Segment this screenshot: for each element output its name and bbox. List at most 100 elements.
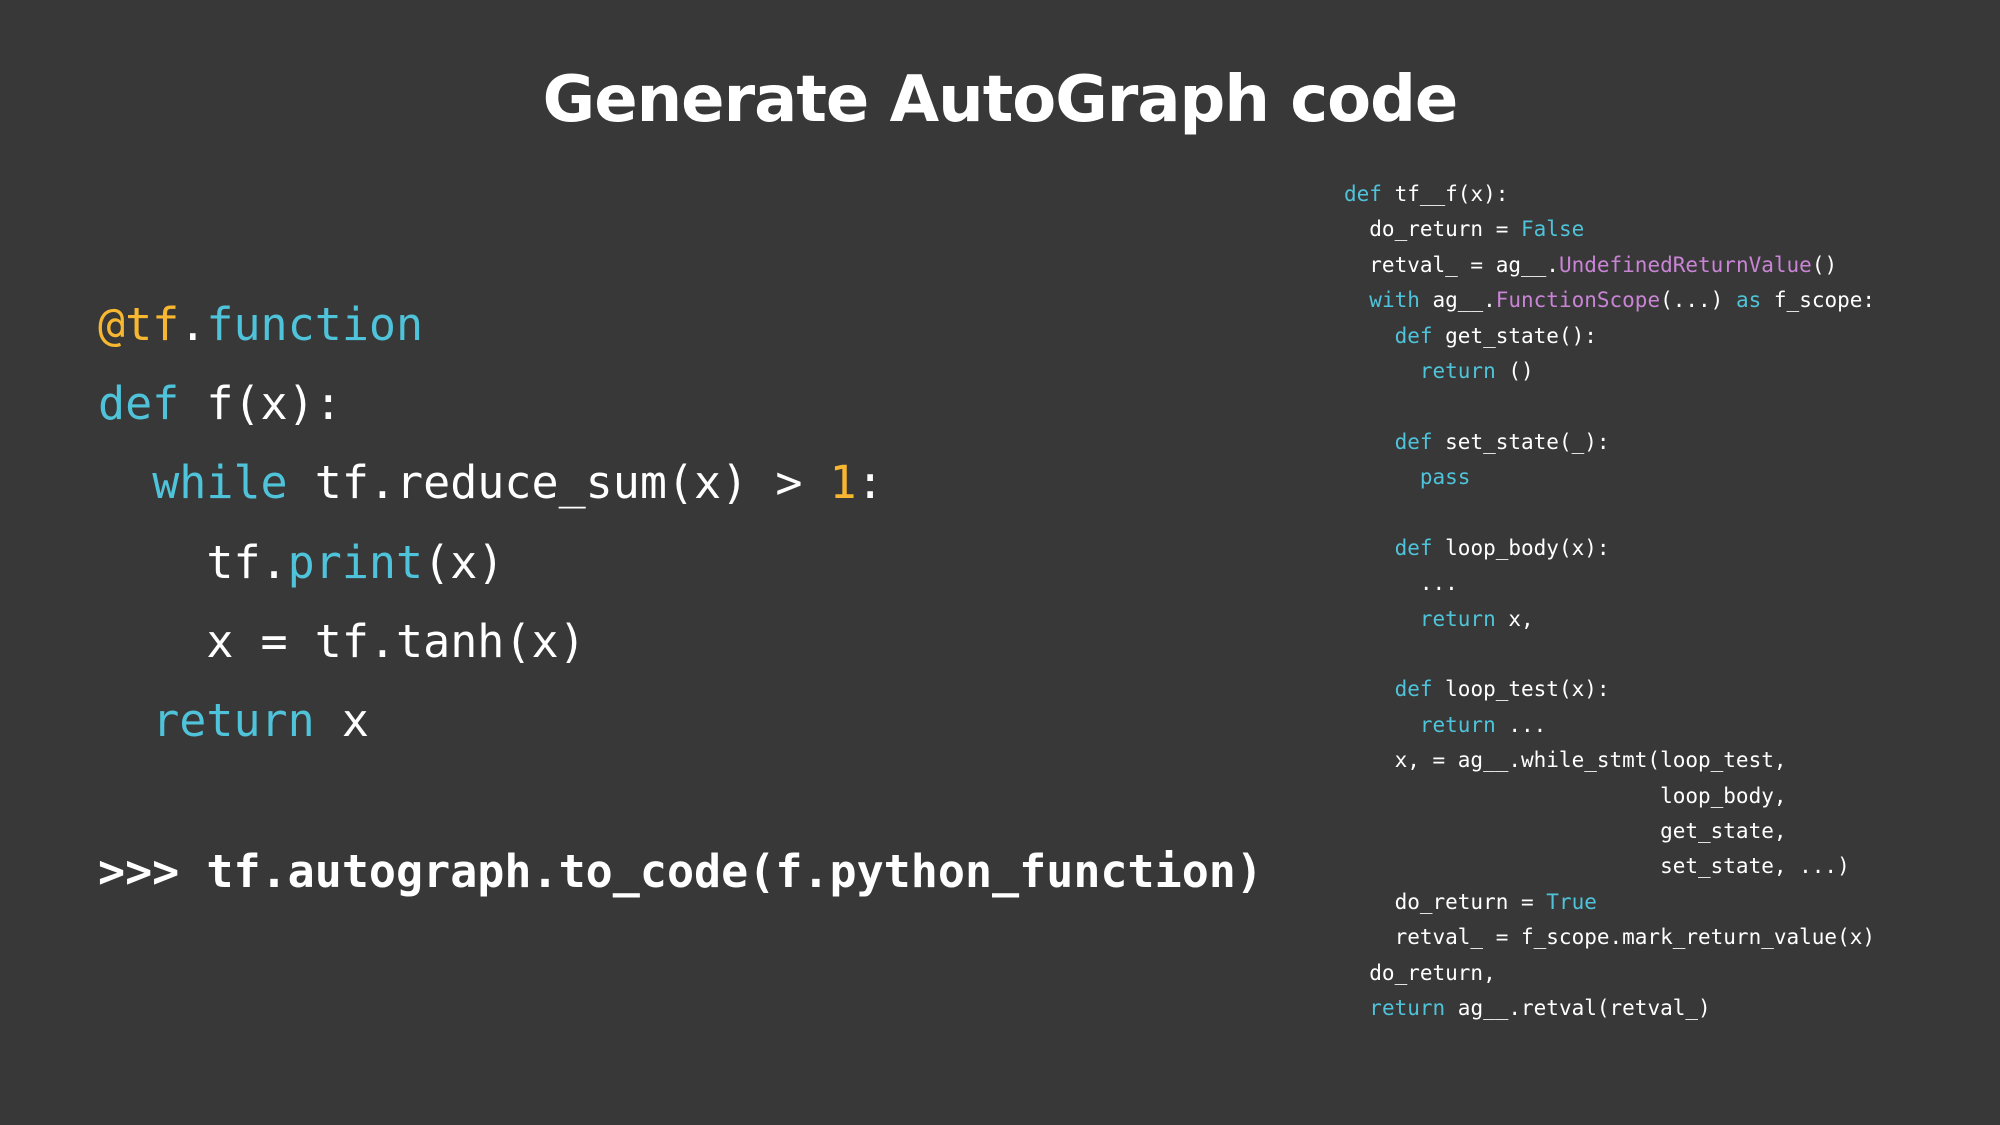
code-text: x bbox=[314, 693, 369, 747]
code-text: loop_body(x): bbox=[1432, 535, 1610, 560]
code-line-assign: x = tf.tanh(x) bbox=[98, 602, 884, 681]
code-line-return: return x bbox=[98, 681, 884, 760]
code-text: ag__.retval(retval_) bbox=[1445, 995, 1711, 1020]
decorator-name-token: function bbox=[206, 298, 424, 351]
gen-line: def loop_body(x): bbox=[1344, 531, 1875, 566]
keyword-token: return bbox=[1419, 712, 1496, 737]
gen-line: set_state, ...) bbox=[1344, 849, 1875, 884]
gen-line: return ... bbox=[1344, 708, 1875, 743]
code-text: ag__. bbox=[1419, 288, 1496, 313]
keyword-token: return bbox=[1369, 995, 1446, 1020]
code-text: loop_test(x): bbox=[1432, 677, 1610, 702]
code-text: f(x): bbox=[179, 377, 342, 431]
code-text: ... bbox=[1495, 712, 1547, 737]
keyword-token: with bbox=[1369, 288, 1420, 313]
code-text: do_return = bbox=[1344, 217, 1522, 242]
repl-prompt: >>> bbox=[98, 845, 207, 898]
keyword-token: pass bbox=[1419, 465, 1471, 490]
gen-line: loop_body, bbox=[1344, 779, 1875, 814]
code-line-while: while tf.reduce_sum(x) > 1: bbox=[98, 443, 884, 522]
repl-command-text: tf.autograph.to_code(f.python_function) bbox=[206, 845, 1263, 898]
code-text: : bbox=[856, 456, 884, 510]
code-text: get_state(): bbox=[1432, 323, 1597, 348]
gen-blank-line bbox=[1344, 637, 1875, 672]
gen-line: pass bbox=[1344, 460, 1875, 495]
gen-line: return ag__.retval(retval_) bbox=[1344, 991, 1875, 1026]
code-text: () bbox=[1495, 358, 1534, 383]
code-text: x = tf.tanh(x) bbox=[206, 614, 586, 668]
keyword-token: def bbox=[98, 377, 180, 431]
gen-line: do_return, bbox=[1344, 956, 1875, 991]
gen-line: with ag__.FunctionScope(...) as f_scope: bbox=[1344, 283, 1875, 318]
gen-line: return x, bbox=[1344, 602, 1875, 637]
code-line-print: tf.print(x) bbox=[98, 523, 884, 602]
code-text: tf__f(x): bbox=[1381, 182, 1509, 206]
gen-line: def get_state(): bbox=[1344, 319, 1875, 354]
code-text: ... bbox=[1344, 571, 1458, 596]
keyword-token: return bbox=[1419, 606, 1496, 631]
generated-code-block: def tf__f(x): do_return = False retval_ … bbox=[1344, 177, 1875, 1026]
gen-line: do_return = False bbox=[1344, 212, 1875, 247]
gen-line: x, = ag__.while_stmt(loop_test, bbox=[1344, 743, 1875, 778]
decorator-token: @tf bbox=[98, 298, 180, 351]
gen-line: def set_state(_): bbox=[1344, 425, 1875, 460]
gen-line: do_return = True bbox=[1344, 885, 1875, 920]
call-token: UndefinedReturnValue bbox=[1558, 252, 1812, 277]
gen-line: return () bbox=[1344, 354, 1875, 389]
code-text: do_return = bbox=[1344, 889, 1547, 914]
keyword-token: def bbox=[1344, 182, 1382, 206]
code-text: retval_ = ag__. bbox=[1344, 252, 1559, 277]
keyword-token: as bbox=[1735, 288, 1762, 313]
code-text: tf. bbox=[206, 535, 288, 589]
keyword-token: def bbox=[1394, 323, 1433, 348]
code-text: x, = ag__.while_stmt(loop_test, bbox=[1344, 748, 1787, 773]
keyword-token: return bbox=[152, 693, 315, 747]
source-code-block: @tf.function def f(x): while tf.reduce_su… bbox=[98, 285, 884, 760]
code-text: tf.reduce_sum(x) > bbox=[287, 456, 830, 510]
keyword-token: return bbox=[1419, 358, 1496, 383]
code-text: retval_ = f_scope.mark_return_value(x) bbox=[1344, 925, 1876, 950]
number-token: 1 bbox=[829, 456, 857, 510]
gen-blank-line bbox=[1344, 496, 1875, 531]
code-text: set_state(_): bbox=[1432, 429, 1610, 454]
code-text: do_return, bbox=[1344, 960, 1496, 985]
code-text: get_state, bbox=[1344, 819, 1787, 844]
gen-line: def tf__f(x): bbox=[1344, 177, 1875, 212]
keyword-token: True bbox=[1546, 889, 1597, 914]
gen-line: retval_ = f_scope.mark_return_value(x) bbox=[1344, 920, 1875, 955]
code-text: f_scope: bbox=[1761, 288, 1876, 313]
gen-blank-line bbox=[1344, 389, 1875, 424]
gen-line: def loop_test(x): bbox=[1344, 672, 1875, 707]
code-line-def: def f(x): bbox=[98, 364, 884, 443]
gen-line: retval_ = ag__.UndefinedReturnValue() bbox=[1344, 248, 1875, 283]
code-text: (x) bbox=[423, 535, 505, 589]
slide-title: Generate AutoGraph code bbox=[542, 63, 1459, 137]
code-text: loop_body, bbox=[1344, 783, 1787, 808]
code-text: () bbox=[1811, 252, 1838, 277]
gen-line: get_state, bbox=[1344, 814, 1875, 849]
keyword-token: while bbox=[152, 456, 288, 510]
keyword-token: def bbox=[1394, 677, 1433, 702]
builtin-token: print bbox=[287, 535, 424, 589]
dot-token: . bbox=[179, 298, 207, 351]
code-line-decorator: @tf.function bbox=[98, 285, 884, 364]
code-text: set_state, ...) bbox=[1344, 854, 1850, 879]
repl-command: >>> tf.autograph.to_code(f.python_functi… bbox=[98, 832, 1263, 911]
keyword-token: def bbox=[1394, 429, 1433, 454]
gen-line: ... bbox=[1344, 566, 1875, 601]
call-token: FunctionScope bbox=[1495, 288, 1661, 313]
code-text: (...) bbox=[1660, 288, 1736, 313]
